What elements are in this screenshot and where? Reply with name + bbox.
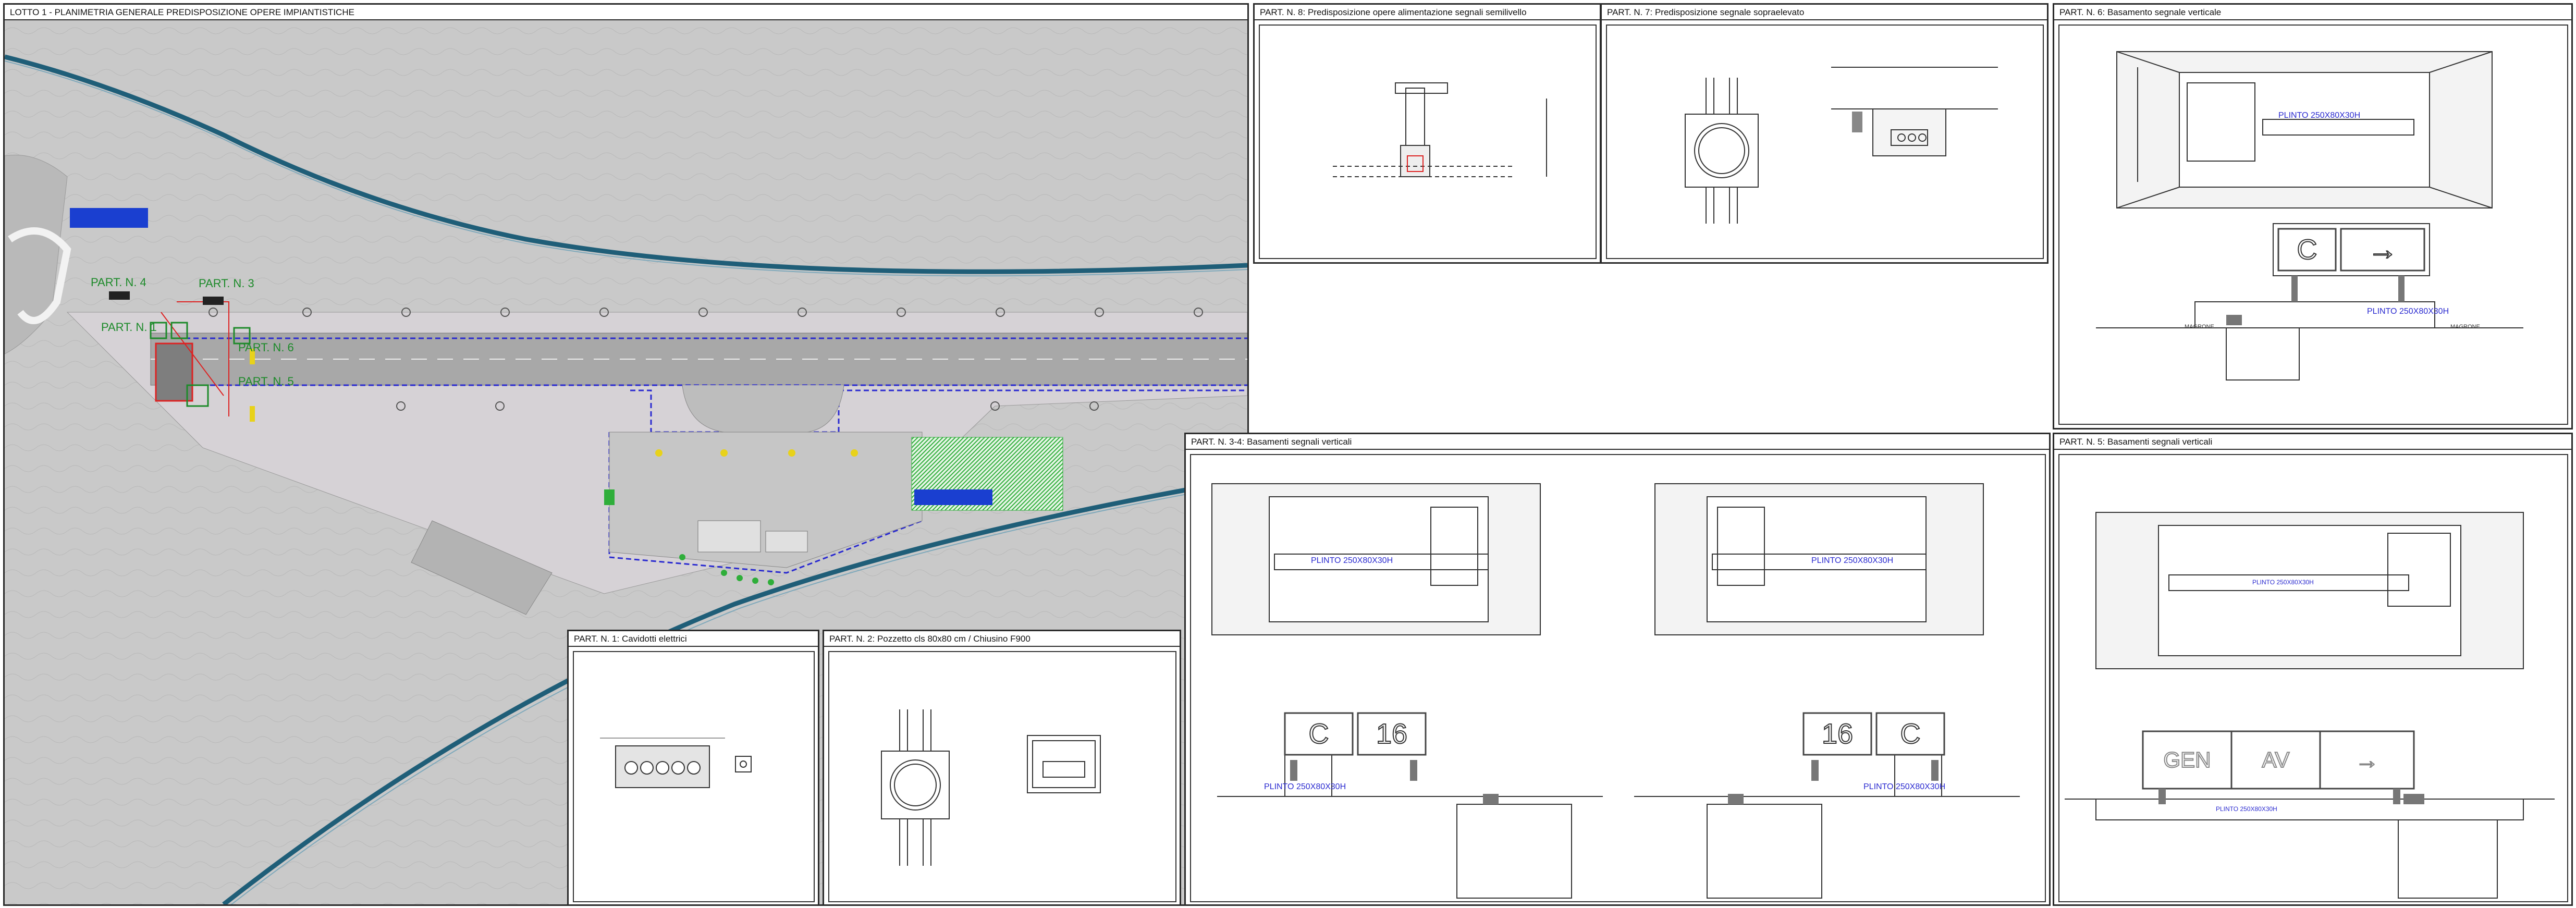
part34-panel: PART. N. 3-4: Basamenti segnali vertical… [1184,433,2051,906]
plan-label-part1: PART. N. 1 [101,321,157,334]
part5-drawing [2065,512,2555,899]
part34-sign-c-left: C [1308,718,1330,750]
part6-sign-c: C [2297,234,2318,266]
part7-panel: PART. N. 7: Predisposizione segnale sopr… [1600,3,2048,264]
part5-panel: PART. N. 5: Basamenti segnali verticali … [2053,433,2573,906]
part8-drawing [1333,82,1547,177]
part34-plinto-top-right: PLINTO 250X80X30H [1811,556,1894,565]
part2-panel: PART. N. 2: Pozzetto cls 80x80 cm / Chiu… [823,630,1181,906]
part1-panel: PART. N. 1: Cavidotti elettrici [567,630,819,906]
plan-label-part4: PART. N. 4 [91,276,146,289]
part34-plinto-bottom-right: PLINTO 250X80X30H [1863,782,1946,791]
plan-label-part5: PART. N. 5 [238,375,294,388]
part2-drawing [881,709,1101,866]
part5-sign-arrow: → [2354,746,2379,774]
part6-plinto-bottom: PLINTO 250X80X30H [2367,307,2449,316]
part5-plinto-bottom: PLINTO 250X80X30H [2216,805,2277,813]
part6-sign-arrow: → [2367,232,2398,267]
main-plan-title: LOTTO 1 - PLANIMETRIA GENERALE PREDISPOS… [5,5,1247,20]
part8-panel: PART. N. 8: Predisposizione opere alimen… [1253,3,1601,264]
part34-sign-16-left: 16 [1376,718,1408,750]
part34-plinto-bottom-left: PLINTO 250X80X30H [1264,782,1346,791]
part34-sign-16-right: 16 [1821,718,1854,750]
part6-magrone-left: MAGRONE [2185,324,2214,330]
part5-sign-gen: GEN [2163,747,2211,772]
plan-label-part3: PART. N. 3 [199,277,254,290]
part34-sign-c-right: C [1900,718,1921,750]
part6-panel: PART. N. 6: Basamento segnale verticale … [2053,3,2573,430]
part5-plinto-top: PLINTO 250X80X30H [2252,579,2314,586]
solar-panels-west [70,208,148,228]
part5-sign-av: AV [2262,747,2290,772]
solar-panels-east [914,489,992,505]
part6-magrone-right: MAGRONE [2450,324,2480,330]
part6-plinto-top: PLINTO 250X80X30H [2278,111,2361,120]
part7-drawing [1685,67,1998,224]
part34-plinto-top-left: PLINTO 250X80X30H [1311,556,1393,565]
part1-drawing [600,738,752,788]
part6-drawing [2096,51,2523,381]
part34-drawing [1211,483,2020,899]
plan-label-part6: PART. N. 6 [238,341,294,354]
